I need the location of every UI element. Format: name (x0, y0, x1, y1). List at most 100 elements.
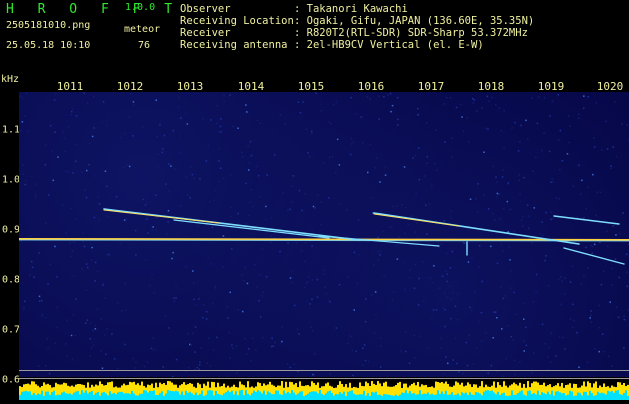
noise-speck (255, 349, 257, 351)
noise-speck (193, 299, 195, 301)
noise-speck (591, 321, 593, 323)
noise-speck (583, 108, 585, 110)
noise-speck (357, 283, 359, 285)
noise-speck (362, 348, 364, 350)
histogram-bar (91, 391, 93, 400)
noise-speck (29, 274, 31, 276)
noise-speck (223, 235, 225, 237)
noise-speck (83, 92, 85, 94)
histogram-bar (473, 395, 475, 400)
noise-speck (196, 304, 198, 306)
noise-speck (491, 97, 493, 99)
noise-speck (446, 253, 448, 255)
noise-speck (106, 254, 108, 256)
noise-speck (414, 335, 416, 337)
noise-speck (212, 226, 214, 228)
noise-speck (73, 242, 75, 244)
histogram-bar (523, 395, 525, 400)
histogram-bar (453, 395, 455, 400)
noise-speck (351, 350, 353, 352)
noise-speck (317, 279, 319, 281)
noise-speck (599, 327, 601, 329)
noise-speck (291, 282, 293, 284)
noise-speck (22, 121, 24, 123)
noise-speck (157, 136, 159, 138)
noise-speck (124, 219, 126, 221)
noise-speck (20, 130, 22, 132)
noise-speck (578, 367, 580, 369)
noise-speck (370, 98, 372, 100)
histogram-bar (393, 396, 395, 400)
meteor-count: 76 (138, 40, 150, 51)
noise-speck (329, 157, 331, 159)
histogram-bar (333, 396, 335, 400)
histogram-bar (309, 392, 311, 400)
signal-histogram (19, 380, 629, 400)
histogram-bar (579, 393, 581, 400)
noise-speck (612, 284, 614, 286)
noise-speck (215, 286, 217, 288)
noise-speck (447, 281, 449, 283)
noise-speck (519, 193, 521, 195)
histogram-bar (529, 391, 531, 400)
noise-speck (323, 274, 325, 276)
histogram-bar (61, 393, 63, 400)
histogram-bar (395, 395, 397, 400)
noise-speck (185, 113, 187, 115)
noise-speck (481, 107, 483, 109)
noise-speck (572, 304, 574, 306)
noise-speck (207, 362, 209, 364)
histogram-bar (19, 395, 21, 400)
histogram-bar (451, 392, 453, 400)
noise-speck (284, 124, 286, 126)
noise-speck (22, 174, 24, 176)
histogram-bar (415, 395, 417, 400)
histogram-bar (257, 390, 259, 400)
histogram-bar (219, 395, 221, 400)
histogram-bar (171, 391, 173, 400)
noise-speck (95, 262, 97, 264)
histogram-bar (299, 392, 301, 400)
noise-speck (613, 146, 615, 148)
noise-speck (250, 360, 252, 362)
noise-speck (354, 252, 356, 254)
noise-speck (564, 293, 566, 295)
noise-speck (440, 338, 442, 340)
noise-speck (164, 135, 166, 137)
noise-speck (468, 261, 470, 263)
noise-speck (262, 248, 264, 250)
noise-speck (367, 96, 369, 98)
histogram-bar (47, 392, 49, 400)
noise-speck (252, 206, 254, 208)
noise-speck (165, 183, 167, 185)
noise-speck (355, 351, 357, 353)
noise-speck (85, 289, 87, 291)
noise-speck (501, 328, 503, 330)
noise-speck (106, 186, 108, 188)
histogram-bar (363, 391, 365, 400)
noise-speck (84, 246, 86, 248)
noise-speck (306, 128, 308, 130)
noise-speck (230, 174, 232, 176)
histogram-bar (437, 390, 439, 400)
histogram-bar (197, 395, 199, 400)
histogram-bar (131, 391, 133, 400)
histogram-bar (425, 394, 427, 400)
histogram-bar (477, 392, 479, 400)
noise-speck (45, 145, 47, 147)
noise-speck (265, 206, 267, 208)
noise-speck (317, 297, 319, 299)
noise-speck (247, 146, 249, 148)
noise-speck (430, 277, 432, 279)
noise-speck (474, 292, 476, 294)
noise-speck (121, 137, 123, 139)
noise-speck (500, 218, 502, 220)
histogram-bar (25, 391, 27, 400)
noise-speck (306, 300, 308, 302)
noise-speck (572, 266, 574, 268)
noise-speck (75, 298, 77, 300)
noise-speck (588, 96, 590, 98)
noise-speck (189, 344, 191, 346)
histogram-bar (433, 395, 435, 400)
noise-speck (456, 363, 458, 365)
